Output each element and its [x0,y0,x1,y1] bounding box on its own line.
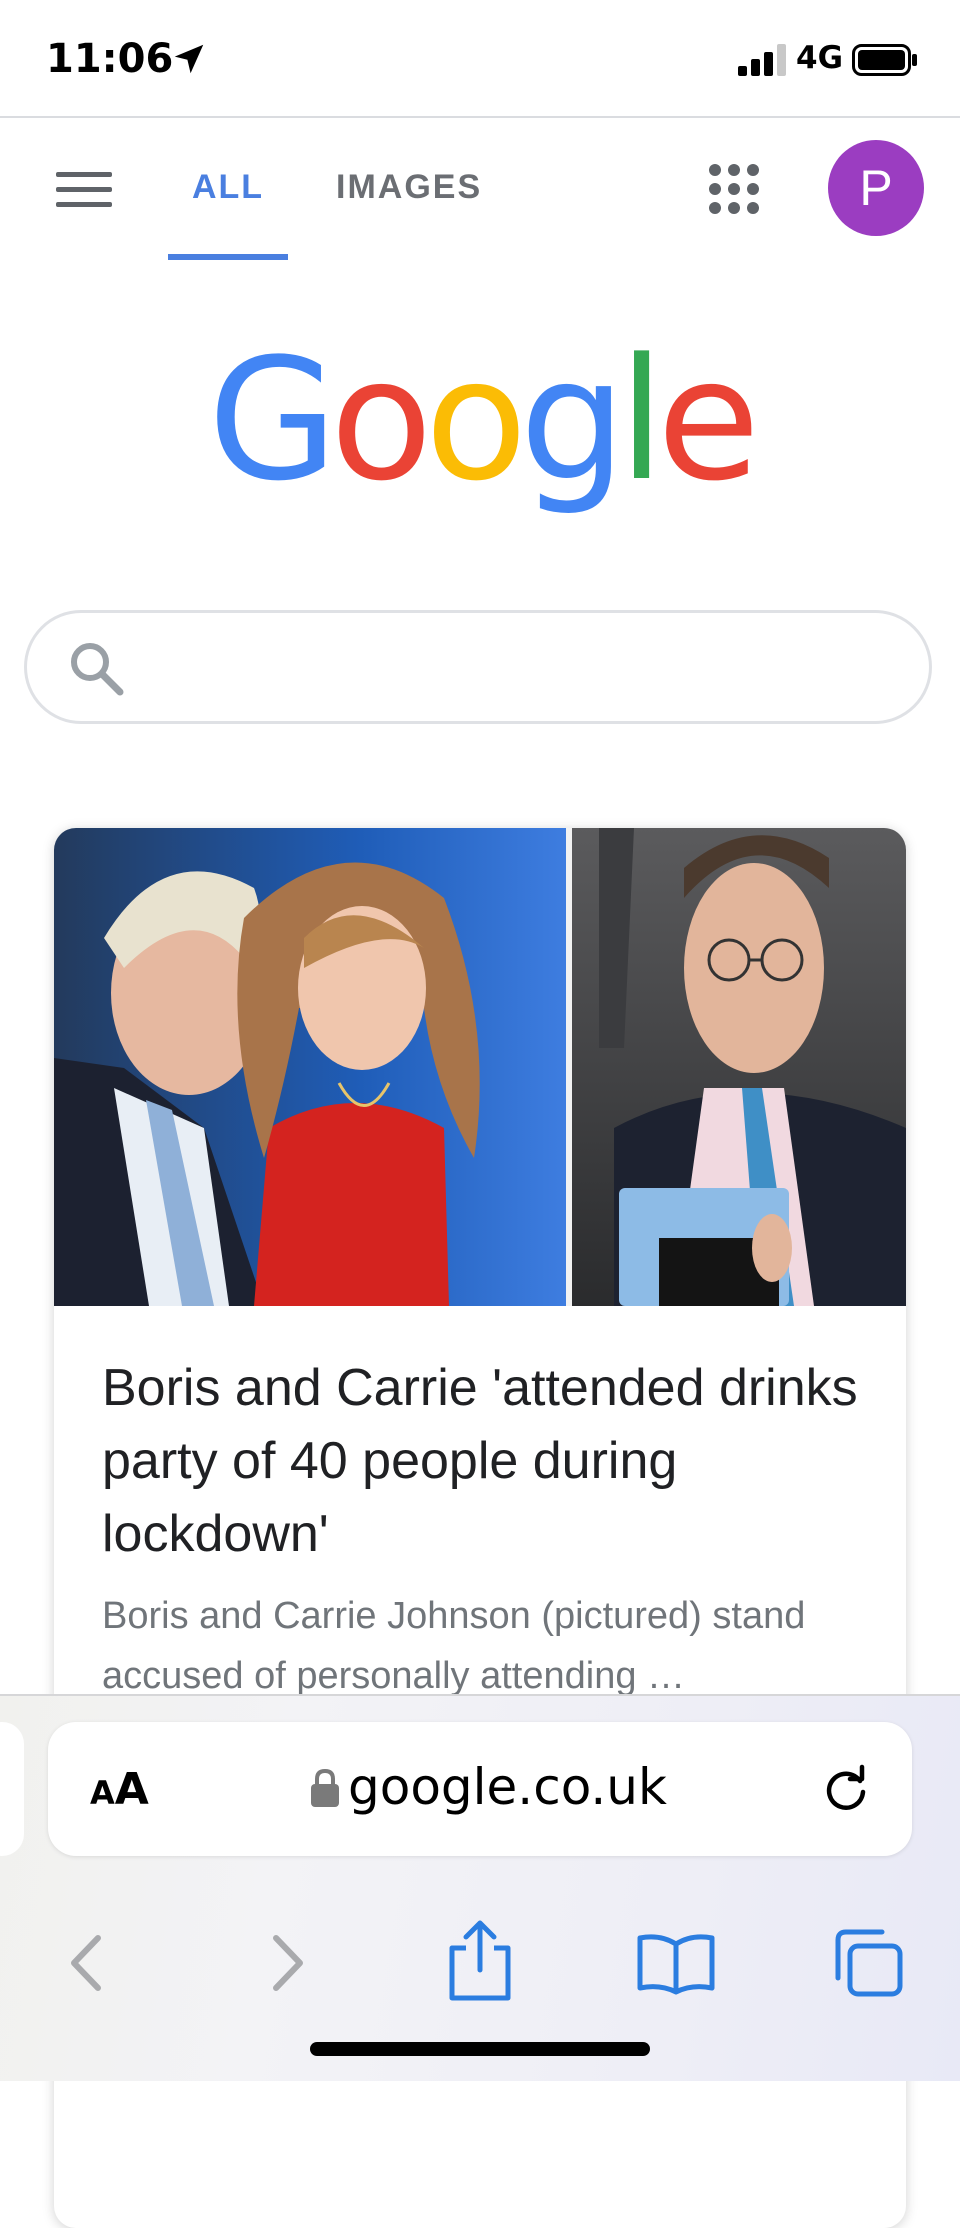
status-time: 11:06 [46,36,174,82]
apps-grid-icon[interactable] [708,163,760,215]
tabs-icon[interactable] [830,1928,906,1998]
active-tab-indicator [168,254,288,260]
home-indicator[interactable] [310,2042,650,2056]
reload-icon[interactable] [820,1764,872,1816]
address-bar[interactable]: AA google.co.uk [48,1722,912,1856]
search-icon [71,643,124,696]
google-logo: Google [0,336,960,504]
news-headline[interactable]: Boris and Carrie 'attended drinks party … [102,1352,882,1571]
news-snippet: Boris and Carrie Johnson (pictured) stan… [102,1595,806,1697]
bookmarks-icon[interactable] [636,1928,716,1998]
hamburger-menu-icon[interactable] [56,170,112,210]
logo-letter: o [424,322,528,518]
search-box[interactable] [24,610,932,724]
tab-images[interactable]: IMAGES [336,168,482,207]
signal-bars-icon [738,44,786,76]
lock-icon [311,1768,339,1807]
forward-icon[interactable] [250,1928,322,1998]
back-icon[interactable] [52,1928,124,1998]
search-input[interactable] [147,637,891,699]
battery-icon [852,44,917,76]
text-size-button[interactable]: AA [90,1764,149,1816]
logo-letter: o [329,322,433,518]
browser-toolbar: AA google.co.uk [0,1694,960,2081]
share-icon[interactable] [442,1918,518,2002]
logo-letter: G [207,322,338,518]
url-text[interactable]: google.co.uk [348,1758,667,1816]
text-size-small-a: A [90,1774,115,1812]
text-size-big-a: A [114,1764,149,1815]
logo-letter: e [656,322,760,518]
previous-tab-peek[interactable] [0,1722,24,1856]
tab-all[interactable]: ALL [168,168,288,207]
news-photo-collage [54,828,906,1306]
logo-letter: l [618,322,665,518]
logo-letter: g [519,322,627,518]
network-type: 4G [796,40,844,76]
status-bar: 11:06 4G [0,0,960,118]
location-arrow-icon [174,44,204,74]
account-avatar[interactable]: P [828,140,924,236]
